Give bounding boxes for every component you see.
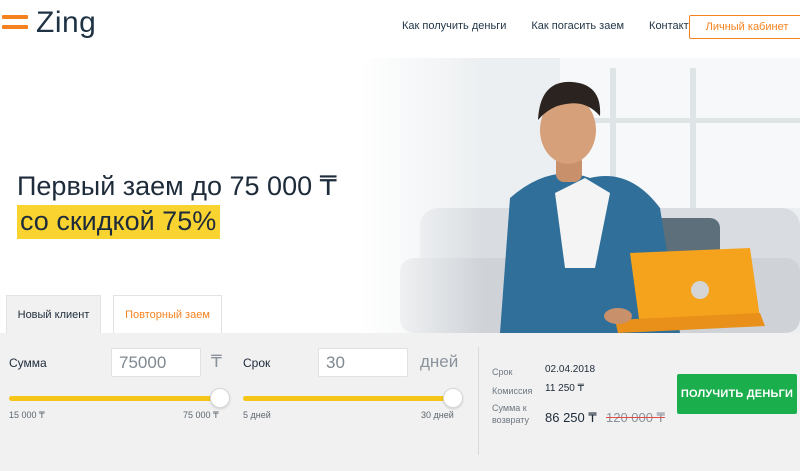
term-unit: дней bbox=[420, 352, 459, 371]
hero-headline: Первый заем до 75 000 ₸ bbox=[17, 171, 337, 201]
summary-total-value: 86 250 ₸ bbox=[545, 410, 597, 425]
site-header: Zing Как получить деньги Как погасить за… bbox=[0, 0, 800, 58]
term-min-label: 5 дней bbox=[243, 410, 271, 420]
amount-currency: ₸ bbox=[211, 352, 222, 371]
term-slider-track[interactable] bbox=[243, 396, 455, 401]
amount-input[interactable]: 75000 bbox=[111, 348, 201, 377]
hero-banner: Первый заем до 75 000 ₸ со скидкой 75% bbox=[0, 58, 800, 333]
personal-cabinet-button[interactable]: Личный кабинет bbox=[689, 15, 800, 39]
term-input[interactable]: 30 bbox=[318, 348, 408, 377]
amount-label: Сумма bbox=[9, 356, 47, 370]
nav-how-to-get-money[interactable]: Как получить деньги bbox=[402, 20, 506, 32]
summary-fee-label: Комиссия bbox=[492, 386, 533, 396]
summary-fee-value: 11 250 ₸ bbox=[545, 383, 584, 394]
amount-slider-handle[interactable] bbox=[210, 388, 230, 408]
logo-text: Zing bbox=[36, 6, 97, 39]
calculator-divider bbox=[478, 347, 479, 455]
term-slider-handle[interactable] bbox=[443, 388, 463, 408]
nav-how-to-repay[interactable]: Как погасить заем bbox=[531, 20, 624, 32]
hero-discount-highlight: со скидкой 75% bbox=[17, 205, 221, 239]
tab-repeat-loan[interactable]: Повторный заем bbox=[113, 295, 222, 333]
term-label: Срок bbox=[243, 356, 271, 370]
tab-new-client[interactable]: Новый клиент bbox=[6, 295, 101, 333]
logo[interactable]: Zing bbox=[2, 6, 96, 40]
hero-photo bbox=[360, 58, 800, 333]
summary-term-value: 02.04.2018 bbox=[545, 364, 596, 375]
logo-icon bbox=[2, 14, 28, 32]
summary-term-label: Срок bbox=[492, 367, 513, 377]
summary-total-label: Сумма к возврату bbox=[492, 403, 530, 425]
amount-min-label: 15 000 ₸ bbox=[9, 410, 45, 420]
amount-slider-track[interactable] bbox=[9, 396, 221, 401]
loan-calculator: Сумма 75000 ₸ 15 000 ₸ 75 000 ₸ Срок 30 … bbox=[0, 333, 800, 471]
summary-old-total: 120 000 ₸ bbox=[606, 410, 665, 425]
get-money-button[interactable]: ПОЛУЧИТЬ ДЕНЬГИ bbox=[677, 374, 797, 414]
amount-max-label: 75 000 ₸ bbox=[183, 410, 219, 420]
term-max-label: 30 дней bbox=[421, 410, 454, 420]
main-nav: Как получить деньги Как погасить заем Ко… bbox=[402, 20, 722, 32]
